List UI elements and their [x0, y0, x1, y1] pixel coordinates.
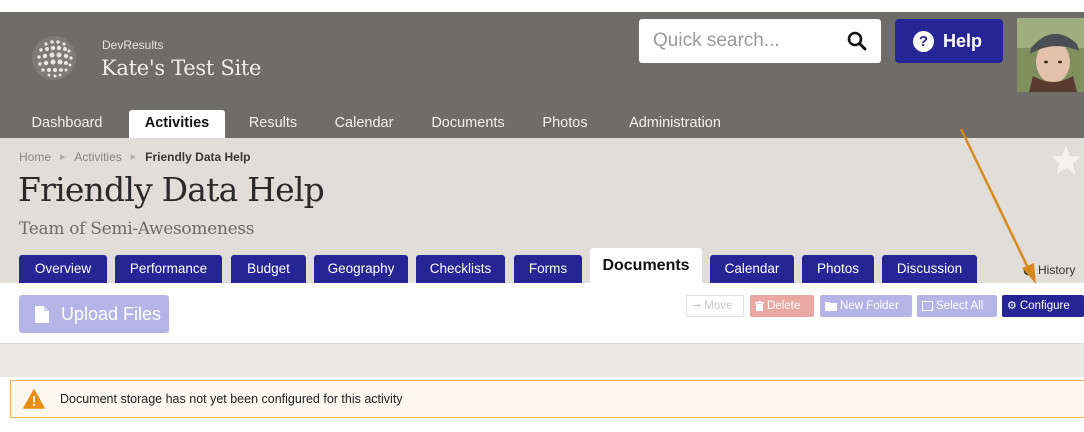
new-folder-button[interactable]: New Folder: [820, 295, 912, 317]
tab-geography[interactable]: Geography: [314, 255, 408, 283]
nav-item-documents[interactable]: Documents: [418, 110, 518, 138]
star-icon[interactable]: [1050, 144, 1082, 176]
alert-message: Document storage has not yet been config…: [60, 392, 403, 406]
breadcrumb: Home ▶ Activities ▶ Friendly Data Help: [19, 150, 251, 164]
warning-alert: Document storage has not yet been config…: [10, 380, 1084, 418]
warning-icon: [23, 389, 45, 409]
history-icon: [1023, 265, 1034, 275]
search-icon[interactable]: [847, 31, 867, 51]
page: DevResults Kate's Test Site ? Help Dashb…: [0, 12, 1084, 432]
help-button[interactable]: ? Help: [895, 19, 1003, 63]
nav-item-activities[interactable]: Activities: [129, 110, 225, 138]
help-label: Help: [943, 30, 983, 51]
nav-item-results[interactable]: Results: [235, 110, 311, 138]
upload-label: Upload Files: [61, 303, 162, 324]
file-icon: [35, 305, 49, 323]
checkbox-icon: [922, 301, 933, 311]
activity-header: Home ▶ Activities ▶ Friendly Data Help F…: [0, 138, 1084, 283]
quick-search: [639, 19, 881, 63]
tab-overview[interactable]: Overview: [19, 255, 107, 283]
question-icon: ?: [913, 30, 934, 52]
tab-budget[interactable]: Budget: [231, 255, 306, 283]
nav-item-dashboard[interactable]: Dashboard: [17, 110, 117, 138]
trash-icon: [755, 301, 764, 311]
page-title: Friendly Data Help: [18, 170, 325, 209]
breadcrumb-separator-icon: ▶: [130, 154, 137, 161]
tab-performance[interactable]: Performance: [115, 255, 222, 283]
new-folder-label: New Folder: [840, 300, 899, 312]
tab-checklists[interactable]: Checklists: [416, 255, 505, 283]
nav-item-calendar[interactable]: Calendar: [322, 110, 406, 138]
history-link[interactable]: History: [1023, 263, 1075, 277]
breadcrumb-activities[interactable]: Activities: [74, 150, 121, 164]
move-button[interactable]: ➞ Move: [686, 295, 744, 317]
top-header: DevResults Kate's Test Site ? Help: [0, 12, 1084, 110]
upload-files-button[interactable]: Upload Files: [19, 295, 169, 333]
nav-item-photos[interactable]: Photos: [530, 110, 600, 138]
tab-discussion[interactable]: Discussion: [882, 255, 977, 283]
configure-button[interactable]: ⚙ Configure: [1002, 295, 1084, 317]
tab-photos[interactable]: Photos: [802, 255, 874, 283]
devresults-logo-icon[interactable]: [31, 35, 77, 81]
org-name: DevResults: [102, 38, 164, 52]
document-list-header: [0, 343, 1084, 377]
site-name[interactable]: Kate's Test Site: [101, 56, 261, 80]
folder-icon: [825, 302, 837, 311]
delete-label: Delete: [767, 300, 801, 312]
select-all-button[interactable]: Select All: [917, 295, 997, 317]
breadcrumb-separator-icon: ▶: [60, 154, 66, 161]
tab-forms[interactable]: Forms: [514, 255, 582, 283]
configure-label: Configure: [1019, 300, 1070, 312]
page-subtitle: Team of Semi-Awesomeness: [19, 219, 255, 239]
move-label: Move: [704, 300, 733, 312]
history-label: History: [1038, 263, 1076, 277]
tab-calendar[interactable]: Calendar: [710, 255, 794, 283]
gear-icon: ⚙: [1007, 300, 1017, 312]
arrow-right-icon: ➞: [692, 300, 702, 312]
select-all-label: Select All: [936, 300, 984, 312]
user-avatar[interactable]: [1017, 18, 1084, 92]
main-nav: Dashboard Activities Results Calendar Do…: [0, 110, 1084, 138]
breadcrumb-home[interactable]: Home: [19, 150, 51, 164]
nav-item-administration[interactable]: Administration: [612, 110, 738, 138]
search-input[interactable]: [653, 29, 838, 53]
documents-toolbar: Upload Files ➞ Move Delete New Folder Se…: [0, 283, 1084, 343]
tab-documents[interactable]: Documents: [590, 248, 702, 283]
delete-button[interactable]: Delete: [750, 295, 814, 317]
activity-tabs: Overview Performance Budget Geography Ch…: [0, 248, 1084, 283]
breadcrumb-current: Friendly Data Help: [145, 150, 251, 164]
